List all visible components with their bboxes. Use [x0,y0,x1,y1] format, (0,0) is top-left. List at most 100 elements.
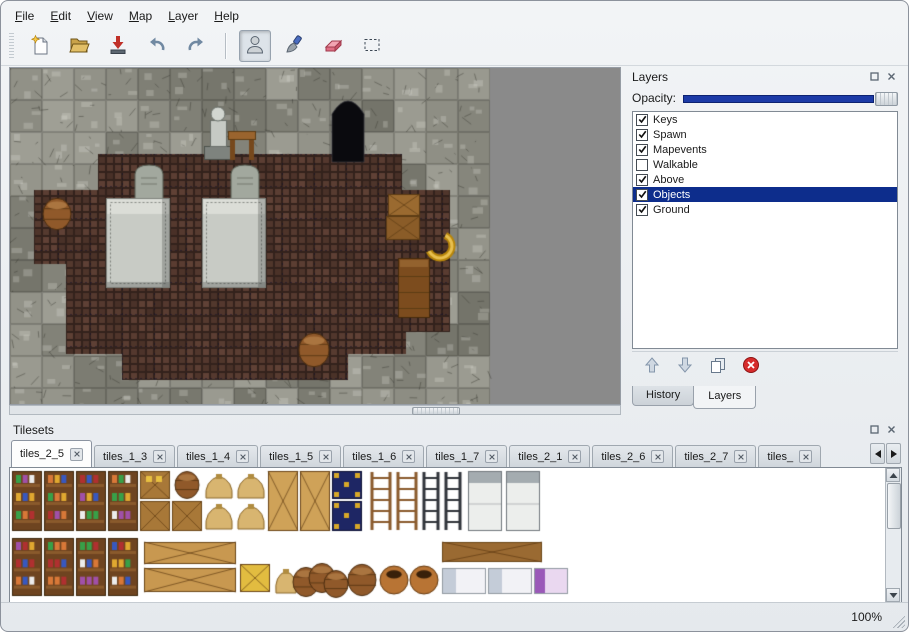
tileset-tab-tiles_[interactable]: tiles_ [758,445,821,467]
brush-tool-button[interactable] [278,30,310,62]
layer-row-above[interactable]: Above [633,172,897,187]
close-panel-icon[interactable] [885,423,898,436]
tileset-vertical-scrollbar[interactable] [885,468,901,602]
map-viewport [9,67,621,415]
tileset-tab-tiles_1_6[interactable]: tiles_1_6 [343,445,424,467]
resize-grip[interactable] [891,614,905,628]
tileset-tab-bar: tiles_2_5 tiles_1_3 tiles_1_4 tiles_1_5 tile… [9,440,902,467]
tab-close-icon[interactable] [402,450,415,463]
menu-edit[interactable]: Edit [42,6,79,26]
open-button[interactable] [63,30,95,62]
tab-close-icon[interactable] [799,450,812,463]
menu-file[interactable]: File [7,6,42,26]
layer-row-walkable[interactable]: Walkable [633,157,897,172]
tileset-content [9,467,902,603]
status-bar: 100% [1,602,908,631]
layer-row-mapevents[interactable]: Mapevents [633,142,897,157]
tileset-tab-tiles_1_3[interactable]: tiles_1_3 [94,445,175,467]
map-canvas[interactable] [9,67,621,405]
layer-visibility-checkbox[interactable] [636,174,648,186]
layer-visibility-checkbox[interactable] [636,144,648,156]
open-folder-icon [68,34,90,59]
opacity-slider[interactable] [683,91,898,105]
toolbar-handle[interactable] [9,33,14,59]
tab-close-icon[interactable] [319,450,332,463]
opacity-slider-handle[interactable] [875,92,898,106]
layers-panel-titlebar: Layers [628,67,902,86]
zoom-level: 100% [851,610,882,624]
tab-label: tiles_ [767,451,793,463]
layer-visibility-checkbox[interactable] [636,189,648,201]
tab-close-icon[interactable] [651,450,664,463]
select-tool-button[interactable] [356,30,388,62]
float-panel-icon[interactable] [868,423,881,436]
scroll-tabs-left-icon[interactable] [870,443,885,464]
layer-visibility-checkbox[interactable] [636,129,648,141]
panel-tab-history[interactable]: History [632,386,694,406]
toolbar-divider [1,65,908,66]
lower-layer-button[interactable] [674,356,696,378]
menu-bar: FileEditViewMapLayerHelp [7,5,247,26]
toolbar [9,28,388,64]
tab-label: tiles_2_5 [20,448,64,460]
layer-row-spawn[interactable]: Spawn [633,127,897,142]
undo-button[interactable] [141,30,173,62]
redo-icon [185,34,207,59]
eraser-tool-button[interactable] [317,30,349,62]
layers-panel-title: Layers [632,70,668,84]
save-icon [107,34,129,59]
tilesets-panel: Tilesets tiles_2_5tiles_1_3tiles_1_4tile… [9,420,902,603]
tileset-tab-tiles_1_4[interactable]: tiles_1_4 [177,445,258,467]
map-horizontal-scrollbar[interactable] [9,405,621,415]
tab-label: tiles_1_5 [269,451,313,463]
actor-tool-button[interactable] [239,30,271,62]
layer-visibility-checkbox[interactable] [636,114,648,126]
layer-visibility-checkbox[interactable] [636,204,648,216]
raise-layer-button[interactable] [641,356,663,378]
tab-close-icon[interactable] [153,450,166,463]
save-button[interactable] [102,30,134,62]
tab-close-icon[interactable] [485,450,498,463]
layer-row-objects[interactable]: Objects [633,187,897,202]
menu-help[interactable]: Help [206,6,247,26]
tab-close-icon[interactable] [70,448,83,461]
tab-close-icon[interactable] [734,450,747,463]
opacity-row: Opacity: [632,88,898,108]
tileset-tab-tiles_2_6[interactable]: tiles_2_6 [592,445,673,467]
tab-close-icon[interactable] [568,450,581,463]
toolbar-separator [225,33,226,59]
opacity-slider-fill [683,95,874,103]
menu-view[interactable]: View [79,6,121,26]
new-file-icon [29,34,51,59]
tileset-tab-tiles_1_7[interactable]: tiles_1_7 [426,445,507,467]
layer-label: Above [653,174,684,186]
delete-layer-button[interactable] [740,356,762,378]
close-panel-icon[interactable] [885,70,898,83]
tileset-tab-tiles_2_1[interactable]: tiles_2_1 [509,445,590,467]
layers-panel: Layers Opacity: KeysSpawn MapeventsWalkab… [628,67,902,415]
tileset-canvas[interactable] [10,468,886,602]
tileset-tab-tiles_1_5[interactable]: tiles_1_5 [260,445,341,467]
layer-label: Mapevents [653,144,707,156]
scroll-down-icon[interactable] [886,588,900,602]
tileset-tab-tiles_2_5[interactable]: tiles_2_5 [11,440,92,467]
layer-visibility-checkbox[interactable] [636,159,648,171]
tilesets-panel-titlebar: Tilesets [9,420,902,439]
tab-close-icon[interactable] [236,450,249,463]
layer-row-keys[interactable]: Keys [633,112,897,127]
scrollbar-thumb[interactable] [412,407,460,415]
lower-layer-icon [675,355,695,378]
scrollbar-thumb[interactable] [887,483,901,529]
tab-label: tiles_1_4 [186,451,230,463]
layer-row-ground[interactable]: Ground [633,202,897,217]
scroll-tabs-right-icon[interactable] [886,443,901,464]
new-button[interactable] [24,30,56,62]
menu-map[interactable]: Map [121,6,160,26]
scroll-up-icon[interactable] [886,468,900,482]
menu-layer[interactable]: Layer [160,6,206,26]
panel-tab-layers[interactable]: Layers [693,386,756,409]
tileset-tab-tiles_2_7[interactable]: tiles_2_7 [675,445,756,467]
float-panel-icon[interactable] [868,70,881,83]
redo-button[interactable] [180,30,212,62]
duplicate-layer-button[interactable] [707,356,729,378]
